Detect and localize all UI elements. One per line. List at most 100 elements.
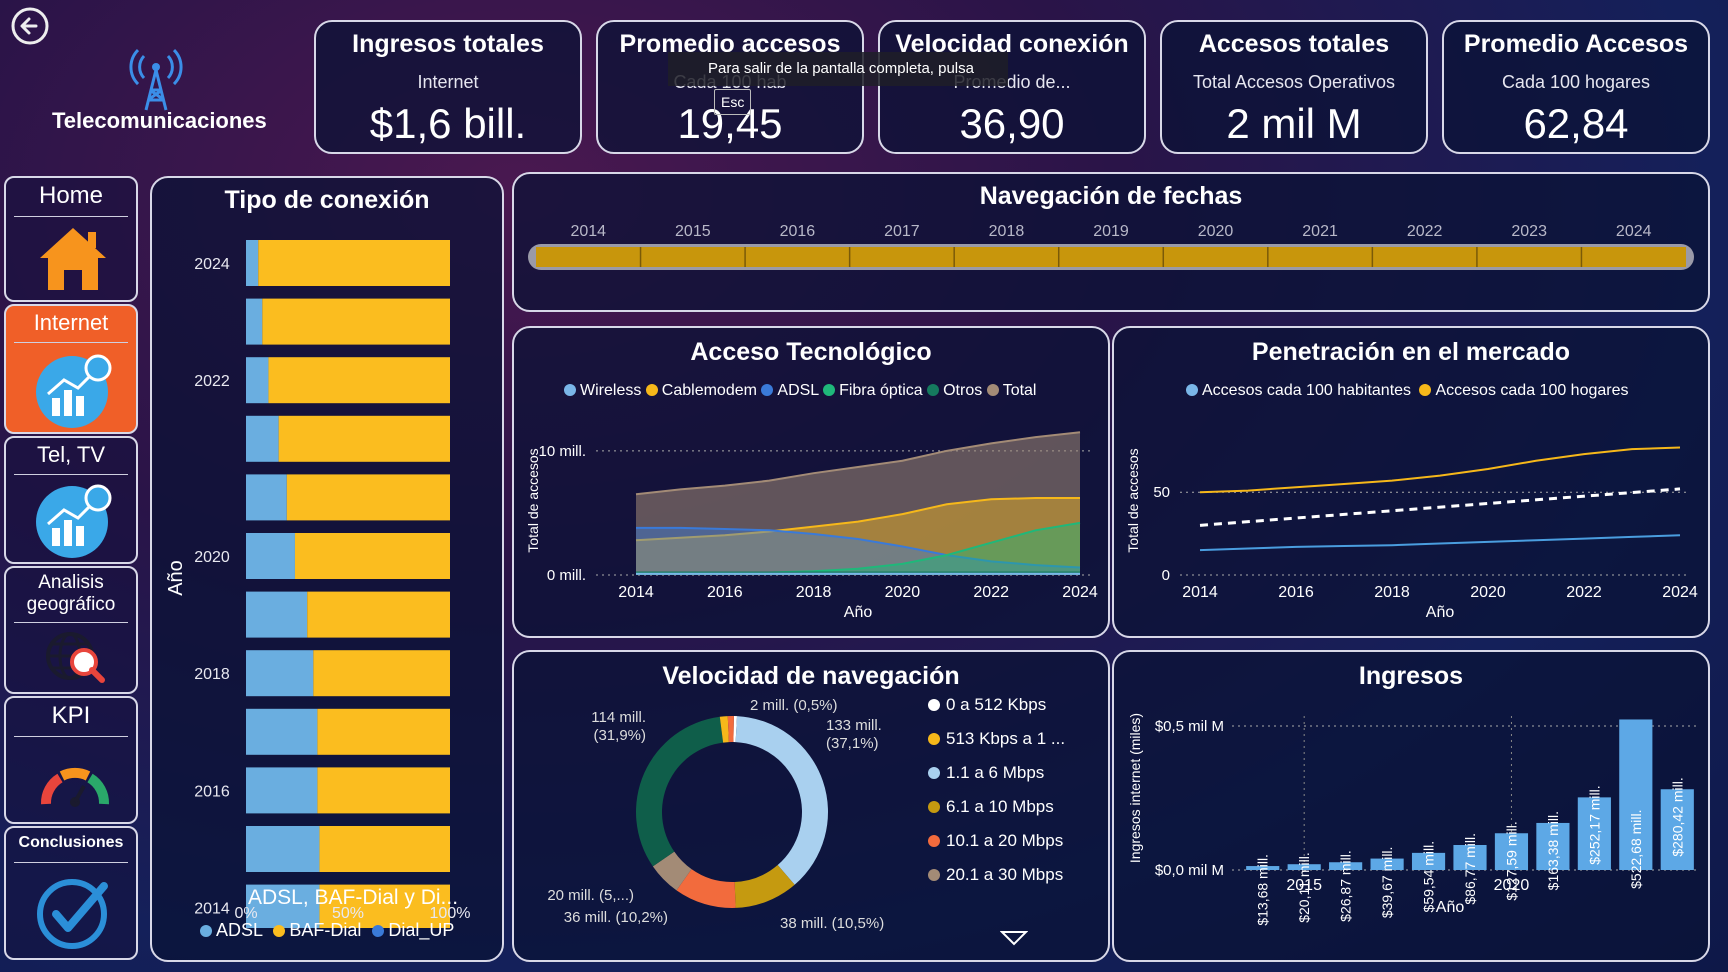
date-nav-panel: Navegación de fechas 2014 2015 2016 2017 201… (512, 172, 1710, 312)
year-tick-label: 2024 (1616, 223, 1652, 240)
nav-label: Tel, TV (36, 442, 106, 467)
bar-segment (262, 298, 450, 345)
x-tick-label: 2016 (707, 584, 743, 601)
y-tick-label: 2022 (194, 373, 230, 390)
x-tick-label: 2014 (1182, 584, 1218, 601)
trend-line (1199, 487, 1681, 527)
antenna-icon (126, 42, 186, 112)
nav-analisis-geografico[interactable]: Analisis geográfico (4, 566, 138, 694)
legend-item: Accesos cada 100 habitantes (1186, 382, 1411, 399)
bar-segment (246, 533, 295, 579)
bar-data-label: $163,38 mill. (1545, 811, 1561, 890)
bar-segment (317, 767, 450, 814)
year-tick-label: 2018 (989, 223, 1025, 240)
check-circle-icon (34, 872, 114, 957)
nav-tel-tv[interactable]: Tel, TV (4, 436, 138, 564)
nav-conclusiones[interactable]: Conclusiones (4, 826, 138, 960)
legend-marker (928, 801, 940, 813)
year-tick-label: 2020 (1198, 223, 1234, 240)
year-tick-label: 2021 (1302, 223, 1338, 240)
scroll-down-icon[interactable] (999, 930, 1029, 951)
kpi-subtitle: Total Accesos Operativos (1192, 72, 1396, 92)
y-tick-label: 2016 (194, 783, 230, 800)
chart-title: Tipo de conexión (224, 186, 430, 214)
bar-segment (246, 650, 314, 697)
bar-segment (294, 533, 450, 579)
back-arrow-icon[interactable] (10, 6, 50, 46)
ingresos-chart: $13,68 mill. $20,11 mill. $26,87 mill. $39,… (1127, 713, 1698, 926)
kpi-subtitle: Internet (417, 72, 479, 92)
bar-segment (246, 415, 279, 462)
kpi-subtitle: Cada 100 hogares (1501, 72, 1651, 92)
bar-data-label: $39,67 mill. (1379, 847, 1395, 919)
slice-label: 114 mill. (591, 709, 646, 726)
tipo-xlabel: ADSL, BAF-Dial y Di... (248, 886, 459, 909)
kpi-value: 62,84 (1523, 100, 1629, 147)
y-tick-label: 2020 (194, 549, 230, 566)
velocidad-panel: Velocidad de navegación 2 mill. (0,5%) 13… (512, 650, 1110, 962)
y-tick-label: 0 (1162, 567, 1170, 584)
chart-growth-icon (34, 350, 114, 435)
year-tick-label: 2015 (675, 223, 711, 240)
gauge-icon (40, 760, 110, 815)
fullscreen-notice-text: Para salir de la pantalla completa, puls… (708, 60, 974, 77)
slice-label: 133 mill. (826, 717, 882, 734)
y-tick-label: $0,5 mil M (1155, 718, 1224, 735)
x-axis-label: Año (844, 604, 873, 621)
nav-kpi[interactable]: KPI (4, 696, 138, 824)
kpi-card-ingresos: Ingresos totales Internet $1,6 bill. (314, 20, 582, 154)
x-tick-label: 2024 (1062, 584, 1098, 601)
legend-marker (928, 699, 940, 711)
legend-item: BAF-Dial (273, 920, 361, 940)
bar-data-label: $522,68 mill. (1628, 809, 1644, 888)
y-axis-label: Total de accesos (1125, 448, 1141, 552)
tipo-legend: ADSL BAF-Dial Dial_UP (200, 920, 454, 941)
penetracion-panel: Penetración en el mercado Accesos cada 1… (1112, 326, 1710, 638)
legend-item: Wireless (564, 382, 641, 399)
bar-segment (246, 767, 318, 814)
x-tick-label: 2016 (1278, 584, 1314, 601)
nav-internet[interactable]: Internet (4, 304, 138, 434)
nav-label: Analisis geográfico (26, 572, 116, 615)
kpi-value: $1,6 bill. (369, 100, 527, 147)
kpi-card-velocidad: Velocidad conexión Promedio de... 36,90 (878, 20, 1146, 154)
bar-data-label: $26,87 mill. (1338, 850, 1354, 922)
legend-label: 6.1 a 10 Mbps (946, 797, 1054, 816)
kpi-title: Ingresos totales (352, 30, 544, 58)
bar-segment (246, 240, 259, 286)
y-tick-label: 2014 (194, 901, 230, 918)
globe-search-icon (44, 628, 106, 691)
y-tick-label: $0,0 mil M (1155, 862, 1224, 879)
legend-marker (928, 835, 940, 847)
y-tick-label: 2018 (194, 666, 230, 683)
nav-label: Home (38, 182, 104, 209)
legend-item: Accesos cada 100 hogares (1419, 382, 1629, 399)
acceso-legend: Wireless Cablemodem ADSL Fibra óptica Ot… (564, 382, 1036, 400)
velocidad-donut-chart: 2 mill. (0,5%) 133 mill.(37,1%) 38 mill. (… (547, 695, 1065, 932)
tipo-conexion-panel: Tipo de conexión 2024 2022 2020 2018 2016 201… (150, 176, 504, 962)
date-nav-title: Navegación de fechas (979, 182, 1243, 210)
y-tick-label: 2024 (194, 256, 230, 273)
chart-title: Velocidad de navegación (662, 662, 960, 690)
slice-label: 2 mill. (0,5%) (750, 697, 838, 714)
bar-segment (258, 240, 450, 286)
nav-home[interactable]: Home (4, 176, 138, 302)
x-tick-label: 2020 (1494, 877, 1530, 894)
date-slider[interactable]: 2014 2015 2016 2017 2018 2019 2020 2021 2022 2023… (514, 218, 1708, 308)
bar-data-label: $86,77 mill. (1462, 833, 1478, 905)
x-tick-label: 2024 (1662, 584, 1698, 601)
slice-label: 36 mill. (10,2%) (564, 909, 668, 926)
donut-slice (636, 716, 724, 867)
fullscreen-notice: Para salir de la pantalla completa, puls… (668, 52, 1008, 115)
kpi-value: 2 mil M (1226, 100, 1362, 147)
acceso-chart: 10 mill. 0 mill. 2014 2016 2018 2020 2022 2024 A… (525, 431, 1098, 621)
slice-label: 38 mill. (10,5%) (780, 915, 884, 932)
x-tick-label: 2022 (973, 584, 1009, 601)
x-tick-label: 2018 (796, 584, 832, 601)
y-axis-label: Ingresos internet (miles) (1127, 713, 1143, 863)
chart-title: Ingresos (1358, 662, 1464, 690)
bar-segment (319, 826, 450, 872)
slice-label: 20 mill. (5,...) (547, 887, 634, 904)
bar-segment (246, 591, 308, 638)
x-axis-label: Año (1436, 899, 1465, 916)
